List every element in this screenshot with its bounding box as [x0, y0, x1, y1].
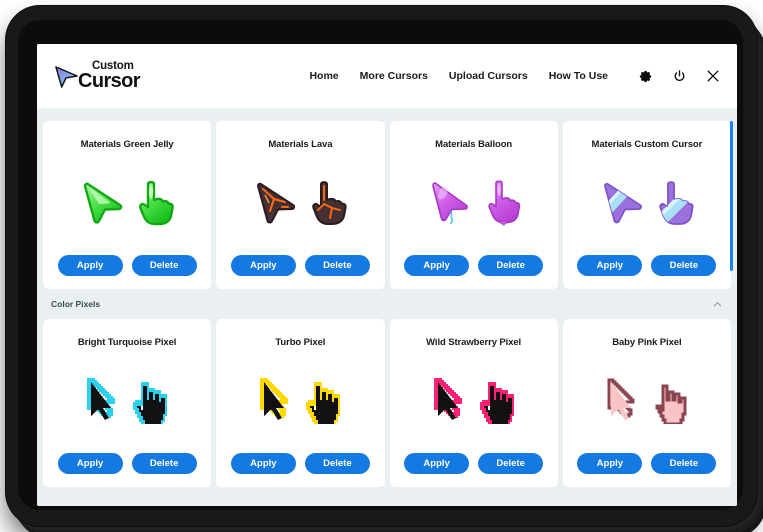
card-actions: Apply Delete — [230, 453, 370, 474]
apply-button[interactable]: Apply — [57, 255, 123, 276]
cursor-hand-preview — [479, 381, 514, 424]
cursor-card[interactable]: Materials Lava Apply Delete — [216, 121, 385, 289]
scrollbar-thumb[interactable] — [730, 121, 733, 271]
main-navigation: Home More Cursors Upload Cursors How To … — [309, 68, 721, 84]
cursor-arrow-preview — [607, 377, 635, 420]
apply-button[interactable]: Apply — [404, 453, 470, 474]
app-logo[interactable]: Custom Cursor — [53, 61, 141, 92]
cursor-arrow-preview — [260, 377, 289, 420]
section-title: Color Pixels — [51, 299, 101, 309]
top-spacer — [37, 109, 737, 121]
cursor-card[interactable]: Materials Balloon Apply Delete — [389, 121, 558, 289]
apply-button[interactable]: Apply — [404, 255, 470, 276]
device-bezel: Custom Cursor Home More Cursors Upload C… — [6, 6, 757, 526]
cursor-hand-preview — [655, 384, 687, 424]
nav-more-cursors[interactable]: More Cursors — [360, 70, 428, 82]
chevron-up-icon[interactable] — [712, 299, 723, 310]
card-actions: Apply Delete — [577, 453, 717, 474]
nav-upload-cursors[interactable]: Upload Cursors — [449, 70, 528, 82]
cursor-preview-pair — [573, 348, 721, 453]
delete-button[interactable]: Delete — [131, 453, 197, 474]
card-actions: Apply Delete — [57, 453, 197, 474]
card-actions: Apply Delete — [404, 453, 544, 474]
cursor-card-title: Materials Balloon — [435, 139, 513, 150]
nav-how-to-use[interactable]: How To Use — [549, 70, 608, 82]
apply-button[interactable]: Apply — [230, 255, 296, 276]
cursor-hand-preview — [133, 381, 168, 424]
cursor-preview-pair — [573, 150, 721, 255]
cursor-card-title: Turbo Pixel — [275, 337, 326, 348]
cursor-preview-pair — [400, 348, 548, 453]
cursor-card[interactable]: Baby Pink Pixel Apply Delete — [562, 319, 731, 487]
cursor-arrow-preview — [603, 182, 642, 223]
cursor-arrow-preview — [87, 377, 116, 420]
power-icon[interactable] — [671, 68, 687, 84]
apply-button[interactable]: Apply — [577, 453, 643, 474]
materials-row: Materials Green Jelly Apply Delete Mater… — [37, 121, 737, 289]
cursor-preview-pair — [226, 348, 374, 453]
cursor-preview-pair — [226, 150, 374, 255]
cursor-preview-pair — [53, 150, 201, 255]
card-actions: Apply Delete — [230, 255, 370, 276]
cursor-preview-pair — [400, 150, 548, 255]
cursor-card-title: Materials Green Jelly — [80, 139, 174, 150]
cursor-arrow-preview — [83, 182, 123, 224]
cursor-card[interactable]: Bright Turquoise Pixel Apply Delete — [43, 319, 212, 487]
cursor-preview-pair — [53, 348, 201, 453]
apply-button[interactable]: Apply — [57, 453, 123, 474]
cursor-card-title: Bright Turquoise Pixel — [77, 337, 177, 348]
delete-button[interactable]: Delete — [478, 453, 544, 474]
cursor-hand-preview — [306, 381, 341, 424]
cursor-arrow-preview — [433, 377, 462, 420]
color-pixels-row: Bright Turquoise Pixel Apply Delete Turb… — [37, 319, 737, 487]
app-header: Custom Cursor Home More Cursors Upload C… — [37, 44, 737, 109]
cursor-card[interactable]: Wild Strawberry Pixel Apply Delete — [389, 319, 558, 487]
card-actions: Apply Delete — [404, 255, 544, 276]
card-actions: Apply Delete — [577, 255, 717, 276]
cursor-arrow-preview — [431, 181, 468, 224]
scrollbar-track[interactable] — [728, 109, 735, 506]
cursor-card-title: Wild Strawberry Pixel — [426, 337, 522, 348]
cursor-hand-preview — [139, 180, 174, 225]
apply-button[interactable]: Apply — [230, 453, 296, 474]
cursor-card-title: Materials Lava — [268, 139, 333, 150]
delete-button[interactable]: Delete — [304, 453, 370, 474]
delete-button[interactable]: Delete — [131, 255, 197, 276]
cursor-arrow-preview — [257, 182, 296, 223]
cursor-hand-preview — [487, 180, 520, 226]
delete-button[interactable]: Delete — [304, 255, 370, 276]
card-actions: Apply Delete — [57, 255, 197, 276]
close-icon[interactable] — [705, 68, 721, 84]
cursor-card-title: Materials Custom Cursor — [591, 139, 703, 150]
delete-button[interactable]: Delete — [478, 255, 544, 276]
gear-icon[interactable] — [637, 68, 653, 84]
cursor-card[interactable]: Materials Green Jelly Apply Delete — [43, 121, 212, 289]
cursor-card[interactable]: Turbo Pixel Apply Delete — [216, 319, 385, 487]
cursor-arrow-logo-icon — [55, 65, 78, 88]
delete-button[interactable]: Delete — [651, 453, 717, 474]
apply-button[interactable]: Apply — [577, 255, 643, 276]
section-header-color-pixels[interactable]: Color Pixels — [37, 289, 737, 319]
nav-home[interactable]: Home — [309, 70, 338, 82]
cursor-catalog: Materials Green Jelly Apply Delete Mater… — [37, 109, 737, 506]
cursor-card[interactable]: Materials Custom Cursor Apply Delete — [562, 121, 731, 289]
cursor-hand-preview — [312, 180, 348, 225]
cursor-hand-preview — [659, 180, 694, 225]
logo-text-cursor: Cursor — [78, 69, 141, 92]
delete-button[interactable]: Delete — [651, 255, 717, 276]
app-window: Custom Cursor Home More Cursors Upload C… — [37, 44, 737, 506]
cursor-card-title: Baby Pink Pixel — [612, 337, 682, 348]
